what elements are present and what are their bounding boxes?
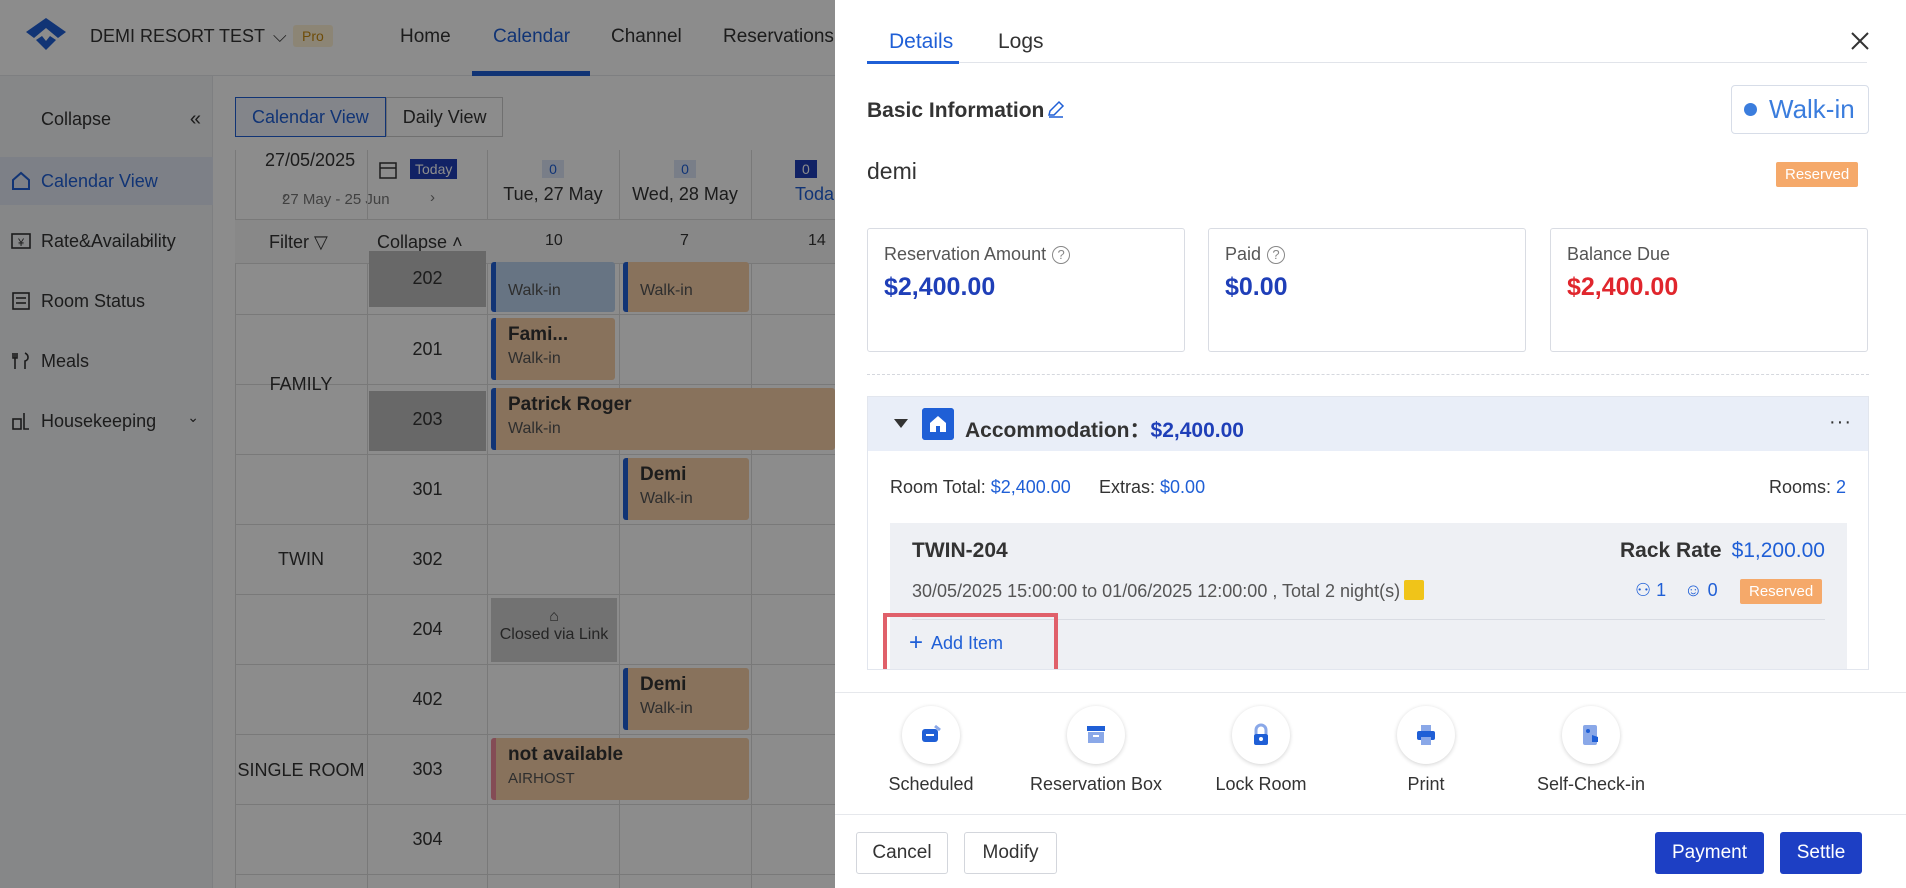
action-label: Reservation Box [1029,774,1163,794]
room-total-label: Room Total: [890,477,986,497]
accommodation-amount: $2,400.00 [1150,419,1244,442]
room-total-value: $2,400.00 [990,477,1071,497]
room-total: Room Total: $2,400.00 [890,477,1071,498]
room-status-badge: Reserved [1740,579,1823,604]
accommodation-header[interactable]: Accommodation：$2,400.00 ··· [868,397,1868,451]
printer-icon [1397,706,1455,764]
rate-value: $1,200.00 [1731,539,1825,562]
scheduled-icon [902,706,960,764]
rooms-value: 2 [1836,477,1847,497]
extras-label: Extras: [1099,477,1156,497]
child-count: ☺ 0 [1684,580,1717,601]
tab-active-indicator [867,61,959,64]
accommodation-section: Accommodation：$2,400.00 ··· Room Total: … [867,396,1869,670]
actions-divider [835,692,1906,693]
stay-dates-text: 30/05/2025 15:00:00 to 01/06/2025 12:00:… [912,581,1401,601]
print-action[interactable]: Print [1346,706,1506,795]
card-label: Reservation Amount [884,244,1047,264]
help-icon[interactable]: ? [1052,245,1071,264]
tab-divider [867,62,1867,63]
tab-details[interactable]: Details [889,30,953,54]
more-icon[interactable]: ··· [1829,411,1852,434]
section-divider [867,374,1869,375]
payment-button[interactable]: Payment [1655,832,1764,874]
cancel-button[interactable]: Cancel [856,832,948,874]
room-name: TWIN-204 [912,539,1008,562]
action-label: Print [1407,774,1445,794]
rate-label: Rack Rate [1620,539,1722,562]
meal-icon [1404,580,1425,600]
reservation-drawer: Details Logs Basic Information Walk-in d… [835,0,1906,888]
tab-logs[interactable]: Logs [998,30,1044,54]
status-dot [1744,103,1757,116]
help-icon[interactable]: ? [1267,245,1286,264]
child-icon: ☺ [1684,580,1703,600]
settle-button[interactable]: Settle [1780,832,1862,874]
child-count-value: 0 [1707,580,1718,600]
accommodation-title: Accommodation：$2,400.00 [965,414,1244,444]
paid-card: Paid? $0.00 [1208,228,1526,352]
caret-down-icon[interactable] [894,419,908,428]
action-label: Lock Room [1215,774,1307,794]
scheduled-action[interactable]: Scheduled [851,706,1011,795]
paid-value: $0.00 [1225,273,1288,301]
footer-divider [835,814,1906,815]
extras-value: $0.00 [1160,477,1206,497]
status-badge: Reserved [1776,162,1859,187]
guest-name: demi [867,158,917,184]
close-icon[interactable] [1849,30,1871,52]
edit-icon[interactable] [1046,99,1066,119]
box-icon [1067,706,1125,764]
basic-info-title: Basic Information [867,99,1045,122]
rooms-count: Rooms: 2 [1769,477,1846,498]
adult-count: ⚇ 1 [1635,580,1666,601]
adult-count-value: 1 [1656,580,1667,600]
self-check-in-icon [1562,706,1620,764]
modify-button[interactable]: Modify [964,832,1057,874]
balance-due-value: $2,400.00 [1567,273,1679,301]
source-badge: Walk-in [1731,85,1869,134]
building-icon [922,408,954,440]
reservation-box-action[interactable]: Reservation Box [1016,706,1176,795]
stay-dates: 30/05/2025 15:00:00 to 01/06/2025 12:00:… [912,580,1425,602]
action-label: Scheduled [888,774,974,794]
modal-overlay[interactable] [0,0,835,888]
card-label: Paid [1225,244,1262,264]
card-label: Balance Due [1567,244,1671,264]
rooms-label: Rooms: [1769,477,1832,497]
plus-icon: + [909,629,924,656]
room-card: TWIN-204 Rack Rate $1,200.00 30/05/2025 1… [883,523,1847,669]
reservation-amount-card: Reservation Amount? $2,400.00 [867,228,1185,352]
room-rate: Rack Rate $1,200.00 [1620,539,1825,563]
reservation-amount-value: $2,400.00 [884,273,996,301]
background-app: DEMI RESORT TEST ⌵ Pro Home Calendar Cha… [0,0,835,888]
accommodation-label: Accommodation： [965,419,1151,442]
source-label: Walk-in [1769,94,1855,124]
add-item-button[interactable]: + Add Item [883,613,1058,669]
lock-room-action[interactable]: Lock Room [1181,706,1341,795]
guest-counts: ⚇ 1 ☺ 0 [1635,580,1718,601]
adult-icon: ⚇ [1635,580,1652,600]
lock-icon [1232,706,1290,764]
action-label: Self-Check-in [1536,774,1646,794]
balance-due-card: Balance Due $2,400.00 [1550,228,1868,352]
extras-total: Extras: $0.00 [1099,477,1205,498]
add-item-label: Add Item [931,632,1004,653]
self-check-in-action[interactable]: Self-Check-in [1511,706,1671,795]
